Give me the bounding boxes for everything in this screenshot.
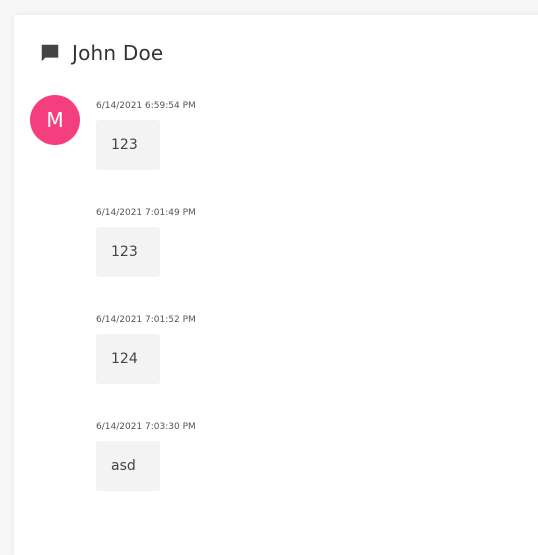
chat-header: John Doe	[39, 41, 163, 65]
message-item: 6/14/2021 7:01:52 PM 124	[96, 314, 196, 421]
message-timestamp: 6/14/2021 6:59:54 PM	[96, 101, 196, 111]
message-item: 6/14/2021 7:03:30 PM asd	[96, 421, 196, 528]
message-item: 6/14/2021 7:01:49 PM 123	[96, 207, 196, 314]
message-timestamp: 6/14/2021 7:01:52 PM	[96, 315, 196, 325]
message-bubble: asd	[96, 441, 160, 491]
chat-bubble-icon	[41, 44, 59, 62]
message-timestamp: 6/14/2021 7:03:30 PM	[96, 422, 196, 432]
message-bubble: 124	[96, 334, 160, 384]
message-timestamp: 6/14/2021 7:01:49 PM	[96, 208, 196, 218]
chat-title: John Doe	[72, 41, 164, 65]
message-bubble: 123	[96, 227, 160, 277]
avatar: M	[30, 95, 80, 145]
message-list: 6/14/2021 6:59:54 PM 123 6/14/2021 7:01:…	[96, 100, 196, 528]
message-item: 6/14/2021 6:59:54 PM 123	[96, 100, 196, 207]
message-bubble: 123	[96, 120, 160, 170]
chat-card: John Doe M 6/14/2021 6:59:54 PM 123 6/14…	[14, 15, 538, 555]
